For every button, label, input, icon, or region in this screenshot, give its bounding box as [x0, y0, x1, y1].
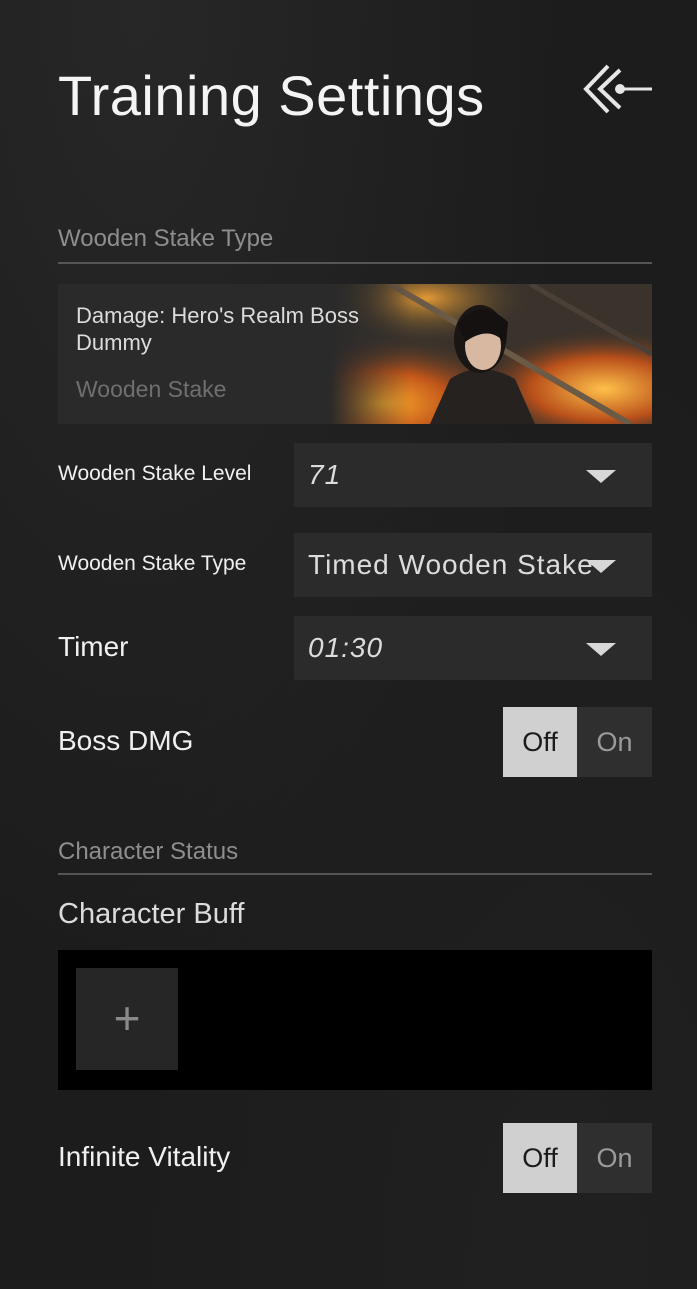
chevron-down-icon	[586, 560, 616, 573]
stake-card-subtitle: Wooden Stake	[76, 376, 227, 402]
wooden-stake-level-label: Wooden Stake Level	[58, 462, 252, 485]
timer-dropdown[interactable]: 01:30	[294, 616, 652, 680]
stake-card-title: Damage: Hero's Realm Boss Dummy	[76, 303, 359, 355]
back-arrow-icon	[583, 64, 652, 114]
infinite-vitality-off-option[interactable]: Off	[503, 1123, 577, 1193]
wooden-stake-level-value: 71	[308, 459, 342, 490]
wooden-stake-level-dropdown[interactable]: 71	[294, 443, 652, 507]
section-label-wooden-stake-type: Wooden Stake Type	[58, 225, 274, 252]
wooden-stake-type-value: Timed Wooden Stake	[308, 549, 594, 580]
wooden-stake-type-dropdown[interactable]: Timed Wooden Stake	[294, 533, 652, 597]
chevron-down-icon	[586, 643, 616, 656]
training-settings-screen: Training Settings Wooden Stake Type Dama…	[0, 0, 697, 1289]
character-buff-label: Character Buff	[58, 898, 245, 930]
infinite-vitality-toggle[interactable]: Off On	[503, 1123, 652, 1193]
add-buff-button[interactable]: +	[76, 968, 178, 1070]
section-label-character-status: Character Status	[58, 838, 239, 865]
boss-dmg-off-option[interactable]: Off	[503, 707, 577, 777]
page-title: Training Settings	[58, 64, 485, 127]
infinite-vitality-on-option[interactable]: On	[577, 1123, 652, 1193]
section-divider	[58, 873, 652, 875]
wooden-stake-card[interactable]: Damage: Hero's Realm Boss Dummy Wooden S…	[58, 284, 652, 424]
boss-dmg-toggle[interactable]: Off On	[503, 707, 652, 777]
back-button[interactable]	[578, 60, 654, 118]
timer-value: 01:30	[308, 632, 384, 663]
chevron-down-icon	[586, 470, 616, 483]
plus-icon: +	[113, 992, 141, 1044]
character-buff-panel: +	[58, 950, 652, 1090]
infinite-vitality-label: Infinite Vitality	[58, 1141, 231, 1172]
wooden-stake-type-label: Wooden Stake Type	[58, 552, 247, 575]
boss-dmg-label: Boss DMG	[58, 725, 194, 756]
boss-dmg-on-option[interactable]: On	[577, 707, 652, 777]
section-divider	[58, 262, 652, 264]
timer-label: Timer	[58, 631, 129, 662]
